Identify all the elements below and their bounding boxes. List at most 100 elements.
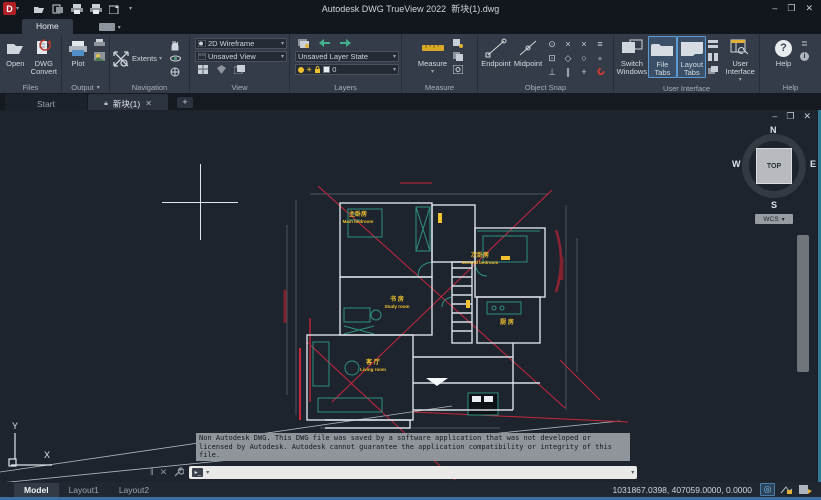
drawing-close-button[interactable]: ✕ — [803, 111, 811, 122]
nearest-snap-icon[interactable]: + — [576, 65, 592, 79]
viewcube-south[interactable]: S — [771, 200, 777, 210]
cmd-close-icon[interactable]: ✕ — [160, 467, 168, 478]
tab-home[interactable]: Home — [22, 19, 73, 34]
maximize-button[interactable]: ❐ — [787, 3, 795, 14]
sheet-set-icon[interactable] — [52, 4, 64, 14]
export-icon[interactable] — [109, 4, 122, 14]
autoscale-icon[interactable] — [779, 483, 794, 496]
room-label-living-cn: 客 厅 — [365, 358, 380, 366]
center-snap-icon[interactable]: ⊙ — [544, 37, 560, 51]
tile-vertical-icon[interactable] — [707, 51, 719, 62]
extents-button[interactable]: Extents — [132, 54, 157, 63]
app-menu-caret-icon[interactable]: ▾ — [16, 5, 19, 12]
layer-combo[interactable]: ☀ 0▾ — [295, 64, 399, 75]
zoom-extents-icon[interactable] — [112, 50, 130, 68]
parallel-snap-icon[interactable]: ∥ — [560, 65, 576, 79]
orbit-icon[interactable] — [169, 53, 181, 64]
batch-plot-icon[interactable] — [93, 38, 105, 49]
command-history-icon[interactable]: ▾ — [206, 469, 209, 476]
cascade-icon[interactable] — [707, 64, 719, 75]
viewcube[interactable]: TOP N S W E — [738, 128, 810, 220]
command-recent-icon[interactable]: ▾ — [631, 469, 634, 476]
quadrant-snap-icon[interactable]: ◇ — [560, 51, 576, 65]
apparent-intersection-snap-icon[interactable]: × — [576, 37, 592, 51]
midpoint-snap-button[interactable]: Midpoint — [512, 36, 544, 68]
viewcube-north[interactable]: N — [770, 125, 777, 135]
viewport-config-icon[interactable] — [197, 64, 209, 75]
new-drawing-tab-button[interactable]: + — [177, 97, 193, 108]
minimize-button[interactable]: – — [772, 3, 777, 14]
layer-state-combo[interactable]: Unsaved Layer State▾ — [295, 51, 399, 62]
plot-button[interactable]: Plot — [64, 36, 92, 68]
layer-state-save-icon[interactable] — [339, 38, 351, 49]
drawing-canvas[interactable]: 主卧房 Main bedroom 次卧房 Second bedroom 书 房 … — [0, 110, 821, 482]
close-tab-icon[interactable]: ✕ — [145, 99, 152, 108]
layout-tab-layout2[interactable]: Layout2 — [109, 483, 159, 497]
room-label-master-cn: 主卧房 — [349, 210, 367, 218]
extension-snap-icon[interactable]: ≡ — [592, 37, 608, 51]
named-view-combo[interactable]: Unsaved View▾ — [195, 51, 287, 62]
layer-unlock-icon — [314, 66, 321, 74]
annotation-scale-icon[interactable] — [798, 483, 813, 496]
layout-tab-layout1[interactable]: Layout1 — [59, 483, 109, 497]
file-tabs-toggle[interactable]: File Tabs — [648, 36, 677, 78]
intersection-snap-icon[interactable]: × — [560, 37, 576, 51]
about-info-icon[interactable]: i — [799, 51, 811, 62]
tile-horizontal-icon[interactable] — [707, 38, 719, 49]
perpendicular-snap-icon[interactable]: ⊥ — [544, 65, 560, 79]
tangent-snap-icon[interactable]: ○ — [576, 51, 592, 65]
cmd-wrench-icon[interactable] — [173, 467, 184, 478]
view-manager-icon[interactable] — [215, 64, 227, 75]
node-snap-icon[interactable]: ∘ — [592, 51, 608, 65]
open-icon[interactable] — [33, 4, 45, 14]
annotation-visibility-icon[interactable]: ◎ — [760, 483, 775, 496]
wcs-dropdown[interactable]: WCS▾ — [755, 214, 793, 224]
plot-preview-icon[interactable] — [93, 51, 105, 62]
command-input[interactable]: ▸_ ▾ ▾ — [189, 466, 637, 479]
visual-style-combo[interactable]: 2D Wireframe▾ — [195, 38, 287, 49]
list-icon[interactable] — [452, 51, 464, 62]
print-icon[interactable] — [71, 4, 83, 14]
status-bar: Model Layout1 Layout2 1031867.0398, 4070… — [0, 482, 821, 500]
dwg-convert-icon — [35, 39, 53, 57]
drawing-minimize-button[interactable]: – — [772, 111, 777, 122]
layout-tabs-toggle[interactable]: Layout Tabs — [677, 36, 706, 78]
vertical-scrollbar[interactable] — [797, 235, 809, 372]
ribbon-options-button[interactable]: ▾ — [99, 23, 121, 31]
infocenter-icon[interactable]: ≣ — [799, 38, 811, 49]
output-panel-expand-icon[interactable]: ▾ — [97, 84, 100, 91]
file-tab-document[interactable]: 🔒︎ 新块(1) ✕ — [88, 94, 168, 110]
viewcube-top-face[interactable]: TOP — [756, 148, 792, 184]
layers-panel-label: Layers — [334, 83, 357, 92]
quick-select-icon[interactable] — [452, 38, 464, 49]
walls-layer — [307, 203, 545, 428]
panel-object-snap: Endpoint Midpoint ⊙ × × ≡ ⊡ ◇ ○ ∘ ⊥ ∥ — [478, 34, 614, 93]
file-tab-start[interactable]: Start — [5, 94, 87, 110]
close-button[interactable]: ✕ — [805, 3, 813, 14]
id-point-icon[interactable] — [452, 64, 464, 75]
cmd-dock-handle-icon[interactable]: ‖ — [150, 467, 154, 477]
application-menu-button[interactable]: D — [3, 2, 16, 15]
measure-button[interactable]: Measure ▾ — [415, 36, 451, 76]
layer-preview-icon[interactable] — [233, 64, 245, 75]
open-button[interactable]: Open — [2, 36, 29, 68]
insertion-snap-icon[interactable]: ⊡ — [544, 51, 560, 65]
command-line-bar: ‖ ✕ ▸_ ▾ ▾ — [150, 464, 637, 480]
dwg-convert-button[interactable]: DWG Convert — [29, 36, 59, 76]
batch-print-icon[interactable] — [90, 4, 102, 14]
user-interface-button[interactable]: User Interface ▾ — [723, 36, 757, 84]
viewcube-east[interactable]: E — [810, 159, 816, 169]
layer-state-restore-icon[interactable] — [318, 38, 330, 49]
pan-icon[interactable] — [169, 40, 181, 51]
qat-dropdown-icon[interactable]: ▾ — [129, 5, 132, 12]
snap-magnet-icon[interactable] — [592, 65, 608, 79]
drawing-restore-button[interactable]: ❐ — [786, 111, 794, 122]
help-button[interactable]: ? Help — [770, 36, 798, 68]
layout-tab-model[interactable]: Model — [14, 483, 59, 497]
endpoint-snap-button[interactable]: Endpoint — [480, 36, 512, 68]
steering-wheel-icon[interactable] — [169, 66, 181, 77]
extents-dropdown-icon[interactable]: ▾ — [159, 55, 162, 62]
layer-properties-icon[interactable] — [297, 38, 309, 49]
switch-windows-button[interactable]: Switch Windows — [616, 36, 648, 76]
viewcube-west[interactable]: W — [732, 159, 741, 169]
